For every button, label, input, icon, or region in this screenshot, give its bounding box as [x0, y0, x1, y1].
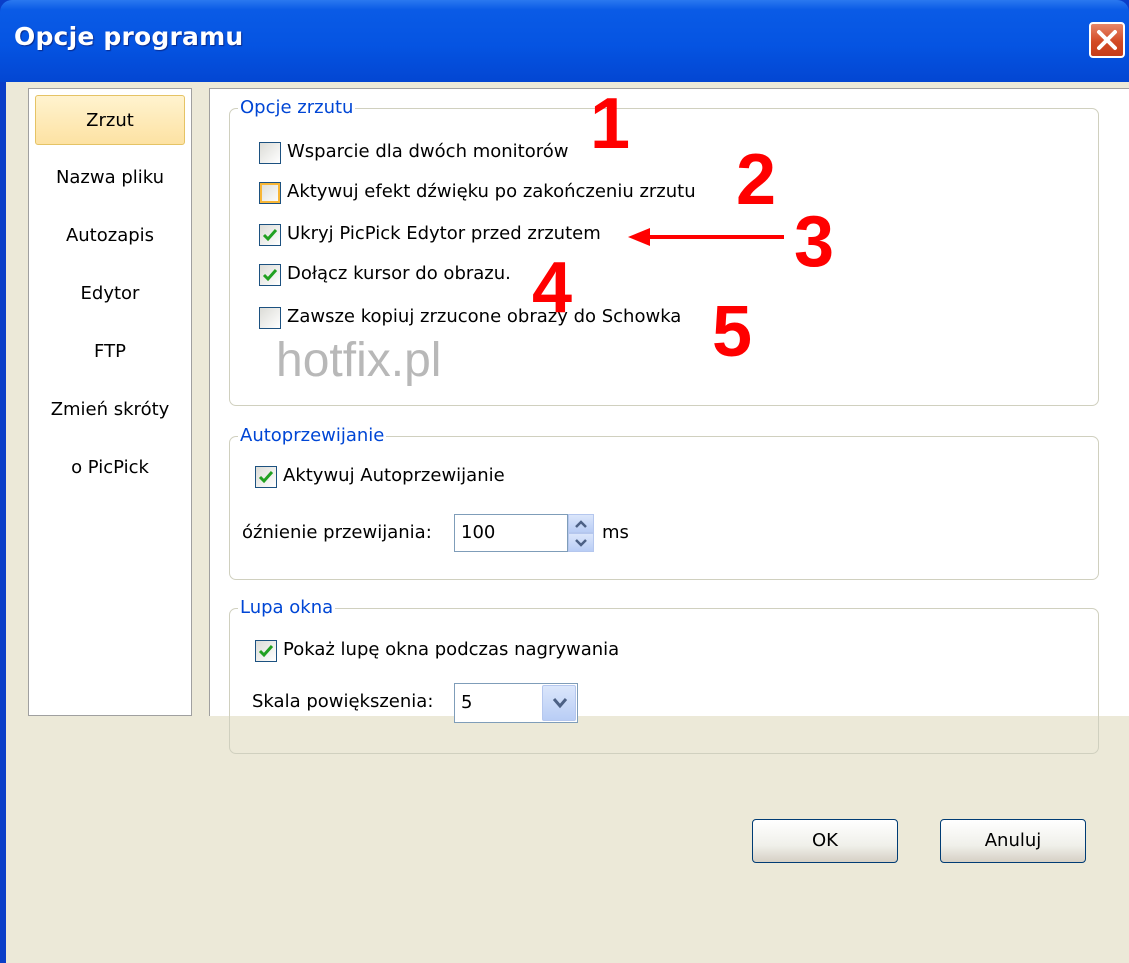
category-list: Zrzut Nazwa pliku Autozapis Edytor FTP Z…	[28, 88, 192, 716]
scroll-delay-label: óźnienie przewijania:	[242, 522, 432, 543]
cancel-button[interactable]: Anuluj	[940, 819, 1086, 863]
watermark-text: hotfix.pl	[276, 334, 442, 387]
annotation-number: 2	[736, 140, 777, 220]
option-label: Aktywuj Autoprzewijanie	[283, 465, 505, 486]
annotation-number: 3	[794, 202, 835, 282]
option-label: Pokaż lupę okna podczas nagrywania	[283, 639, 620, 660]
options-window: Opcje programu Zrzut Nazwa pliku Autozap…	[0, 0, 1129, 963]
scroll-delay-unit: ms	[602, 522, 629, 543]
checkbox[interactable]	[259, 307, 281, 329]
checkbox[interactable]	[259, 224, 281, 246]
annotation-number: 4	[532, 248, 573, 328]
ok-button[interactable]: OK	[752, 819, 898, 863]
checkbox[interactable]	[259, 264, 281, 286]
annotation-arrow-icon	[628, 228, 784, 246]
chevron-down-icon	[575, 539, 587, 547]
dropdown-button[interactable]	[542, 685, 576, 721]
checkmark-icon	[262, 269, 278, 282]
checkbox[interactable]	[259, 142, 281, 164]
autoscroll-legend: Autoprzewijanie	[238, 425, 387, 446]
nav-item-zrzut[interactable]: Zrzut	[35, 95, 185, 145]
nav-item-zmien-skroty[interactable]: Zmień skróty	[35, 385, 185, 435]
checkbox[interactable]	[259, 182, 281, 204]
option-label: Ukryj PicPick Edytor przed zrzutem	[287, 223, 601, 244]
spin-up-button[interactable]	[568, 514, 594, 533]
autoscroll-group: Autoprzewijanie	[229, 425, 1099, 580]
option-label: Zawsze kopiuj zrzucone obrazy do Schowka	[287, 306, 682, 327]
nav-item-edytor[interactable]: Edytor	[35, 269, 185, 319]
checkmark-icon	[258, 645, 274, 658]
option-label: Aktywuj efekt dźwięku po zakończeniu zrz…	[287, 181, 696, 202]
spin-down-button[interactable]	[568, 533, 594, 552]
annotation-number: 5	[712, 292, 753, 372]
zoom-scale-label: Skala powiększenia:	[252, 691, 434, 712]
option-label: Wsparcie dla dwóch monitorów	[287, 141, 569, 162]
checkbox[interactable]	[255, 466, 277, 488]
close-icon	[1097, 30, 1117, 50]
zoom-scale-select[interactable]: 5	[454, 683, 578, 723]
magnifier-legend: Lupa okna	[238, 597, 336, 618]
window-title: Opcje programu	[14, 22, 244, 51]
checkmark-icon	[262, 229, 278, 242]
scroll-delay-spinner[interactable]	[568, 514, 594, 552]
annotation-number: 1	[590, 84, 631, 164]
chevron-up-icon	[575, 520, 587, 528]
option-label: Dołącz kursor do obrazu.	[287, 263, 511, 284]
chevron-down-icon	[552, 698, 568, 709]
checkbox[interactable]	[255, 640, 277, 662]
capture-options-legend: Opcje zrzutu	[238, 97, 356, 118]
title-bar[interactable]: Opcje programu	[0, 0, 1129, 82]
close-button[interactable]	[1089, 22, 1125, 58]
nav-item-o-picpick[interactable]: o PicPick	[35, 443, 185, 493]
magnifier-group: Lupa okna	[229, 597, 1099, 754]
checkmark-icon	[258, 471, 274, 484]
scroll-delay-input[interactable]: 100	[454, 514, 568, 552]
nav-item-ftp[interactable]: FTP	[35, 327, 185, 377]
nav-item-autozapis[interactable]: Autozapis	[35, 211, 185, 261]
zoom-scale-value: 5	[461, 692, 473, 713]
nav-item-nazwa-pliku[interactable]: Nazwa pliku	[35, 153, 185, 203]
